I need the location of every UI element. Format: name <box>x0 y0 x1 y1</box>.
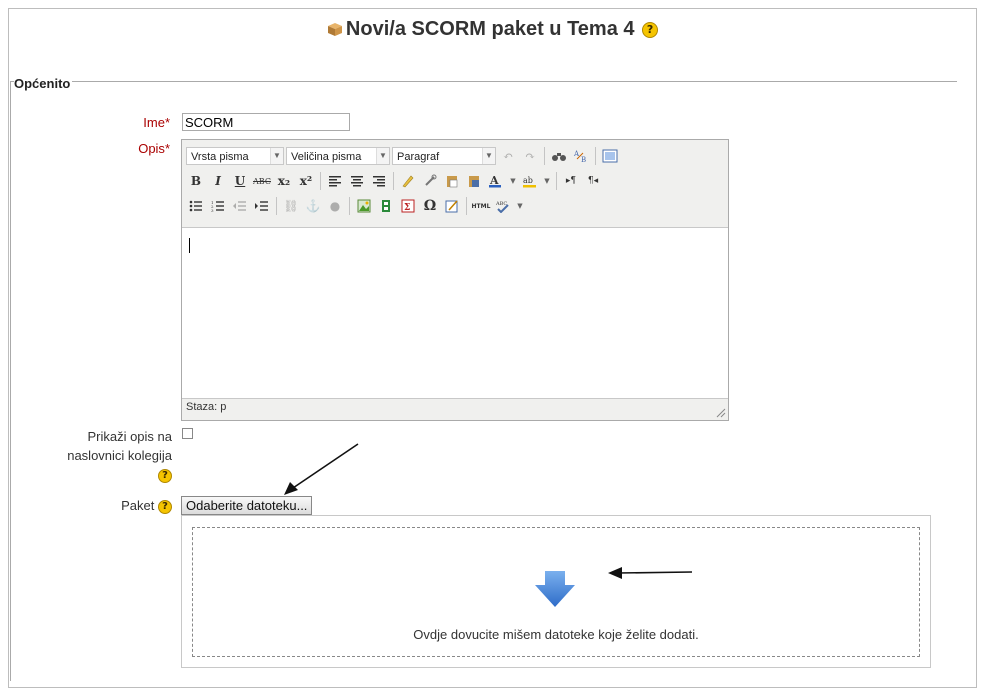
toolbar-separator <box>595 147 596 165</box>
anchor-icon[interactable]: ⚓ <box>303 196 323 216</box>
align-left-icon[interactable] <box>325 171 345 191</box>
equation-icon[interactable]: Σ <box>398 196 418 216</box>
paste-icon[interactable] <box>442 171 462 191</box>
name-label: Ime* <box>60 115 170 130</box>
page-title-text: Novi/a SCORM paket u Tema 4 <box>345 18 635 40</box>
indent-icon[interactable] <box>252 196 272 216</box>
font-family-select[interactable]: Vrsta pisma ▼ <box>186 147 284 165</box>
required-mark: * <box>164 141 170 156</box>
format-select[interactable]: Paragraf ▼ <box>392 147 496 165</box>
highlight-icon[interactable]: ab <box>520 171 540 191</box>
toolbar-separator <box>320 172 321 190</box>
description-label-text: Opis <box>138 141 165 156</box>
font-size-select[interactable]: Veličina pisma ▼ <box>286 147 390 165</box>
drop-instructions: Ovdje dovucite mišem datoteke koje želit… <box>413 627 699 642</box>
drop-arrow-icon <box>535 571 575 607</box>
editor-content-area[interactable] <box>182 227 728 399</box>
svg-text:ab: ab <box>523 176 533 185</box>
underline-icon[interactable]: U <box>230 171 250 191</box>
toolbar-separator <box>349 197 350 215</box>
package-label-text: Paket <box>121 498 155 513</box>
bold-glyph: B <box>190 174 202 188</box>
remove-link-icon[interactable]: ● <box>325 196 345 216</box>
link-icon[interactable] <box>420 171 440 191</box>
special-char-icon[interactable]: Ω <box>420 196 440 216</box>
superscript-glyph: x² <box>299 174 313 188</box>
rtl-icon[interactable]: ¶◂ <box>583 171 603 191</box>
html-icon[interactable]: HTML <box>471 196 491 216</box>
fullscreen-icon[interactable] <box>600 146 620 166</box>
show-description-label-line1: Prikaži opis na <box>87 429 172 444</box>
bullet-list-icon[interactable] <box>186 196 206 216</box>
format-label: Paragraf <box>397 151 440 163</box>
file-drop-zone[interactable]: Ovdje dovucite mišem datoteke koje želit… <box>181 515 931 668</box>
clean-icon[interactable] <box>398 171 418 191</box>
package-icon <box>327 23 342 36</box>
section-legend: Općenito <box>14 76 73 91</box>
unlink-icon[interactable]: ⛓ <box>281 196 301 216</box>
subscript-glyph: x₂ <box>277 174 291 188</box>
toolbar-row-2: B I U ABC x₂ x² A ▼ ab ▼ ▸¶ ¶◂ <box>186 170 603 192</box>
toolbar-separator <box>466 197 467 215</box>
show-description-label: Prikaži opis na naslovnici kolegija ? <box>20 427 172 484</box>
package-label: Paket ? <box>60 498 172 514</box>
strikethrough-glyph: ABC <box>253 176 271 186</box>
image-icon[interactable] <box>354 196 374 216</box>
paste-word-icon[interactable] <box>464 171 484 191</box>
rich-text-editor: Vrsta pisma ▼ Veličina pisma ▼ Paragraf ▼ ↶… <box>181 139 729 421</box>
underline-glyph: U <box>234 174 246 188</box>
text-color-icon[interactable]: A <box>486 171 506 191</box>
outdent-icon[interactable] <box>230 196 250 216</box>
undo-icon[interactable]: ↶ <box>498 146 518 166</box>
italic-glyph: I <box>215 174 221 188</box>
toolbar-separator <box>556 172 557 190</box>
help-icon[interactable]: ? <box>158 499 172 514</box>
font-size-label: Veličina pisma <box>291 151 362 163</box>
subscript-icon[interactable]: x₂ <box>274 171 294 191</box>
text-caret <box>189 238 190 253</box>
redo-icon[interactable]: ↷ <box>520 146 540 166</box>
toolbar-row-1: Vrsta pisma ▼ Veličina pisma ▼ Paragraf ▼ ↶… <box>186 145 620 167</box>
font-family-label: Vrsta pisma <box>191 151 249 163</box>
toolbar-row-3: 123 ⛓ ⚓ ● Σ Ω HTML ABC ▼ <box>186 195 525 217</box>
description-label: Opis* <box>60 141 170 156</box>
name-input[interactable] <box>182 113 350 131</box>
chevron-down-icon: ▼ <box>482 148 495 164</box>
align-center-icon[interactable] <box>347 171 367 191</box>
toolbar-separator <box>393 172 394 190</box>
ltr-icon[interactable]: ▸¶ <box>561 171 581 191</box>
name-label-text: Ime <box>143 115 165 130</box>
chevron-down-icon[interactable]: ▼ <box>508 171 518 191</box>
svg-text:Σ: Σ <box>404 203 410 213</box>
strikethrough-icon[interactable]: ABC <box>252 171 272 191</box>
svg-text:B: B <box>581 156 586 163</box>
numbered-list-icon[interactable]: 123 <box>208 196 228 216</box>
align-right-icon[interactable] <box>369 171 389 191</box>
help-icon[interactable]: ? <box>642 21 659 38</box>
chevron-down-icon: ▼ <box>376 148 389 164</box>
chevron-down-icon: ▼ <box>270 148 283 164</box>
replace-icon[interactable]: AB <box>571 146 591 166</box>
page-title: Novi/a SCORM paket u Tema 4 ? <box>0 18 985 41</box>
toolbar-separator <box>276 197 277 215</box>
spellcheck-icon[interactable]: ABC <box>493 196 513 216</box>
chevron-down-icon[interactable]: ▼ <box>542 171 552 191</box>
table-icon[interactable] <box>442 196 462 216</box>
resize-grip-icon[interactable] <box>716 408 726 418</box>
toolbar-separator <box>544 147 545 165</box>
media-icon[interactable] <box>376 196 396 216</box>
required-mark: * <box>164 115 170 130</box>
show-description-label-line2: naslovnici kolegija <box>67 448 172 463</box>
superscript-icon[interactable]: x² <box>296 171 316 191</box>
find-icon[interactable] <box>549 146 569 166</box>
editor-path: Staza: p <box>186 401 227 413</box>
chevron-down-icon[interactable]: ▼ <box>515 196 525 216</box>
svg-text:3: 3 <box>211 208 214 212</box>
italic-icon[interactable]: I <box>208 171 228 191</box>
show-description-checkbox[interactable] <box>182 428 193 439</box>
bold-icon[interactable]: B <box>186 171 206 191</box>
choose-file-button[interactable]: Odaberite datoteku... <box>181 496 313 515</box>
help-icon[interactable]: ? <box>158 468 172 483</box>
